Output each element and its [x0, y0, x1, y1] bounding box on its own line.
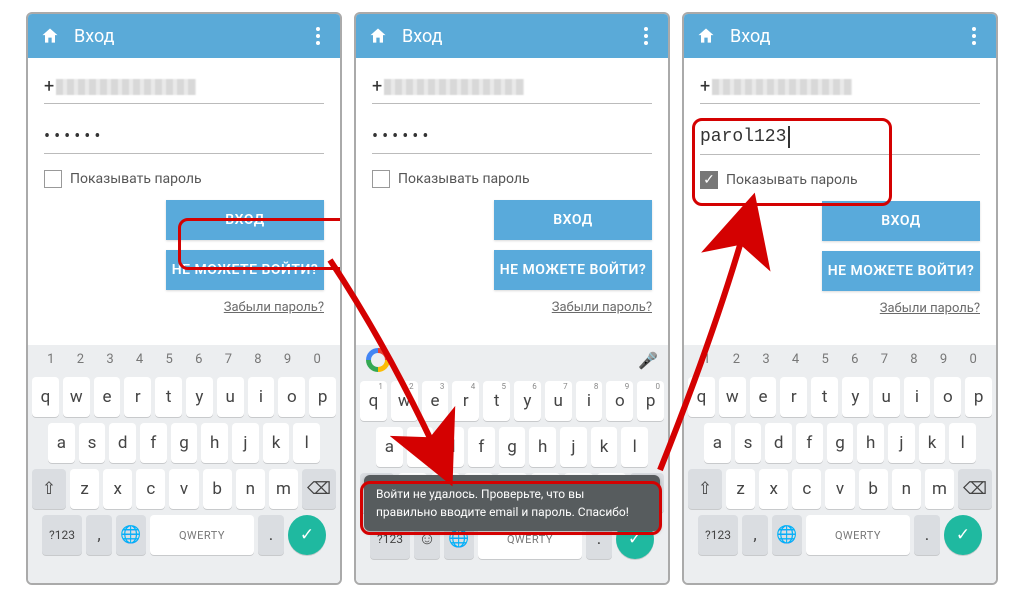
redacted-phone [384, 79, 524, 95]
redacted-phone [56, 79, 196, 95]
shift-key: ⇧ [688, 469, 722, 509]
show-password-checkbox[interactable]: Показывать пароль [372, 170, 652, 188]
space-key: QWERTY [806, 515, 910, 555]
phone-screen-2: Вход + •••••• Показывать пароль ВХОД НЕ … [354, 12, 670, 585]
app-bar: Вход [28, 14, 340, 58]
phone-screen-1: Вход + •••••• Показывать пароль ВХОД НЕ … [26, 12, 342, 585]
space-key: QWERTY [150, 515, 254, 555]
login-form: + parol123 ✓ Показывать пароль ВХОД НЕ М… [684, 58, 996, 316]
backspace-key: ⌫ [958, 469, 992, 509]
soft-keyboard[interactable]: 1234567890 qwertyuiop asdfghjkl ⇧zxcvbnm… [28, 345, 340, 583]
show-password-checkbox[interactable]: ✓ Показывать пароль [700, 171, 980, 189]
checkbox-checked-icon: ✓ [700, 171, 718, 189]
login-button[interactable]: ВХОД [166, 200, 324, 240]
forgot-password-link[interactable]: Забыли пароль? [372, 300, 652, 315]
overflow-menu-icon[interactable] [634, 24, 658, 48]
phone-field[interactable]: + [44, 70, 324, 104]
show-password-checkbox[interactable]: Показывать пароль [44, 170, 324, 188]
home-icon[interactable] [366, 24, 390, 48]
page-title: Вход [74, 26, 306, 47]
app-bar: Вход [684, 14, 996, 58]
login-form: + •••••• Показывать пароль ВХОД НЕ МОЖЕТ… [356, 58, 668, 315]
phone-field[interactable]: + [700, 70, 980, 104]
show-password-label: Показывать пароль [726, 172, 858, 188]
show-password-label: Показывать пароль [398, 171, 530, 187]
google-icon[interactable] [366, 348, 390, 372]
backspace-key: ⌫ [302, 469, 336, 509]
cant-login-button[interactable]: НЕ МОЖЕТЕ ВОЙТИ? [822, 251, 980, 291]
checkbox-unchecked-icon [372, 170, 390, 188]
enter-key: ✓ [944, 515, 982, 555]
soft-keyboard[interactable]: 🎤 q1w2e3r4t5y6u7i8o9p0 asdfghjkl ⇧zxcvbn… [356, 345, 668, 583]
password-field[interactable]: parol123 [700, 120, 980, 155]
password-field[interactable]: •••••• [372, 120, 652, 154]
overflow-menu-icon[interactable] [962, 24, 986, 48]
forgot-password-link[interactable]: Забыли пароль? [44, 300, 324, 315]
login-button[interactable]: ВХОД [822, 201, 980, 241]
redacted-phone [712, 79, 852, 95]
enter-key: ✓ [288, 515, 326, 555]
show-password-label: Показывать пароль [70, 171, 202, 187]
globe-key: 🌐 [772, 515, 802, 555]
login-button[interactable]: ВХОД [494, 200, 652, 240]
login-form: + •••••• Показывать пароль ВХОД НЕ МОЖЕТ… [28, 58, 340, 315]
mic-icon[interactable]: 🎤 [638, 351, 658, 370]
overflow-menu-icon[interactable] [306, 24, 330, 48]
phone-field[interactable]: + [372, 70, 652, 104]
app-bar: Вход [356, 14, 668, 58]
page-title: Вход [402, 26, 634, 47]
error-toast: Войти не удалось. Проверьте, что вы прав… [364, 475, 660, 531]
globe-key: 🌐 [116, 515, 146, 555]
cant-login-button[interactable]: НЕ МОЖЕТЕ ВОЙТИ? [166, 250, 324, 290]
forgot-password-link[interactable]: Забыли пароль? [700, 301, 980, 316]
home-icon[interactable] [694, 24, 718, 48]
checkbox-unchecked-icon [44, 170, 62, 188]
shift-key: ⇧ [32, 469, 66, 509]
symbols-key: ?123 [42, 515, 82, 555]
home-icon[interactable] [38, 24, 62, 48]
page-title: Вход [730, 26, 962, 47]
symbols-key: ?123 [698, 515, 738, 555]
phone-screen-3: Вход + parol123 ✓ Показывать пароль ВХОД… [682, 12, 998, 585]
soft-keyboard[interactable]: 1234567890 qwertyuiop asdfghjkl ⇧zxcvbnm… [684, 345, 996, 583]
password-field[interactable]: •••••• [44, 120, 324, 154]
cant-login-button[interactable]: НЕ МОЖЕТЕ ВОЙТИ? [494, 250, 652, 290]
